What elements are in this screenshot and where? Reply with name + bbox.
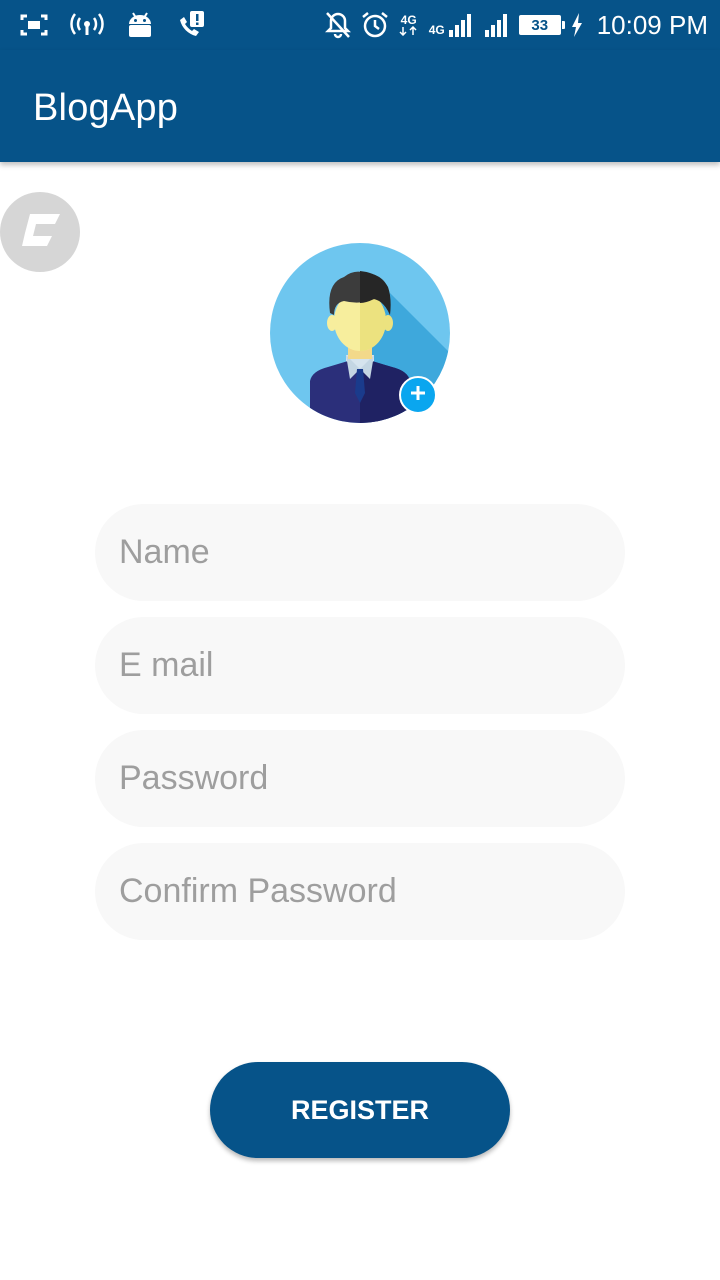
network-type-1: 4G [399,14,419,36]
password-field[interactable] [95,730,625,827]
signal-icon: 4G [429,12,473,38]
register-screen: 4G 4G 33 10:09 PM BlogApp Name E mail RE… [0,0,720,1280]
plus-icon [409,384,427,407]
floating-overlay-bubble[interactable] [0,192,80,272]
name-field[interactable] [95,504,625,601]
screenshot-icon [20,13,48,37]
charging-icon [571,13,583,37]
signal-icon [483,12,509,38]
status-right-icons: 4G 4G 33 10:09 PM [324,8,708,42]
status-time: 10:09 PM [596,9,708,40]
c-logo-icon [16,210,64,255]
network-label: 4G [428,23,445,37]
network-label: 4G [400,13,417,27]
app-bar: BlogApp [0,50,720,162]
battery-level: 33 [531,16,549,34]
android-icon [126,11,154,39]
call-alert-icon [176,10,206,40]
battery-icon: 33 [518,15,565,35]
hotspot-icon [70,13,104,37]
add-photo-button[interactable] [399,376,437,414]
status-left-icons [20,8,206,42]
confirm-password-field[interactable] [95,843,625,940]
app-title: BlogApp [33,87,179,129]
alarm-icon [361,11,389,39]
register-button[interactable]: REGISTER [210,1062,510,1158]
mute-notifications-icon [324,11,351,39]
email-field[interactable] [95,617,625,714]
status-bar: 4G 4G 33 10:09 PM [0,0,720,50]
